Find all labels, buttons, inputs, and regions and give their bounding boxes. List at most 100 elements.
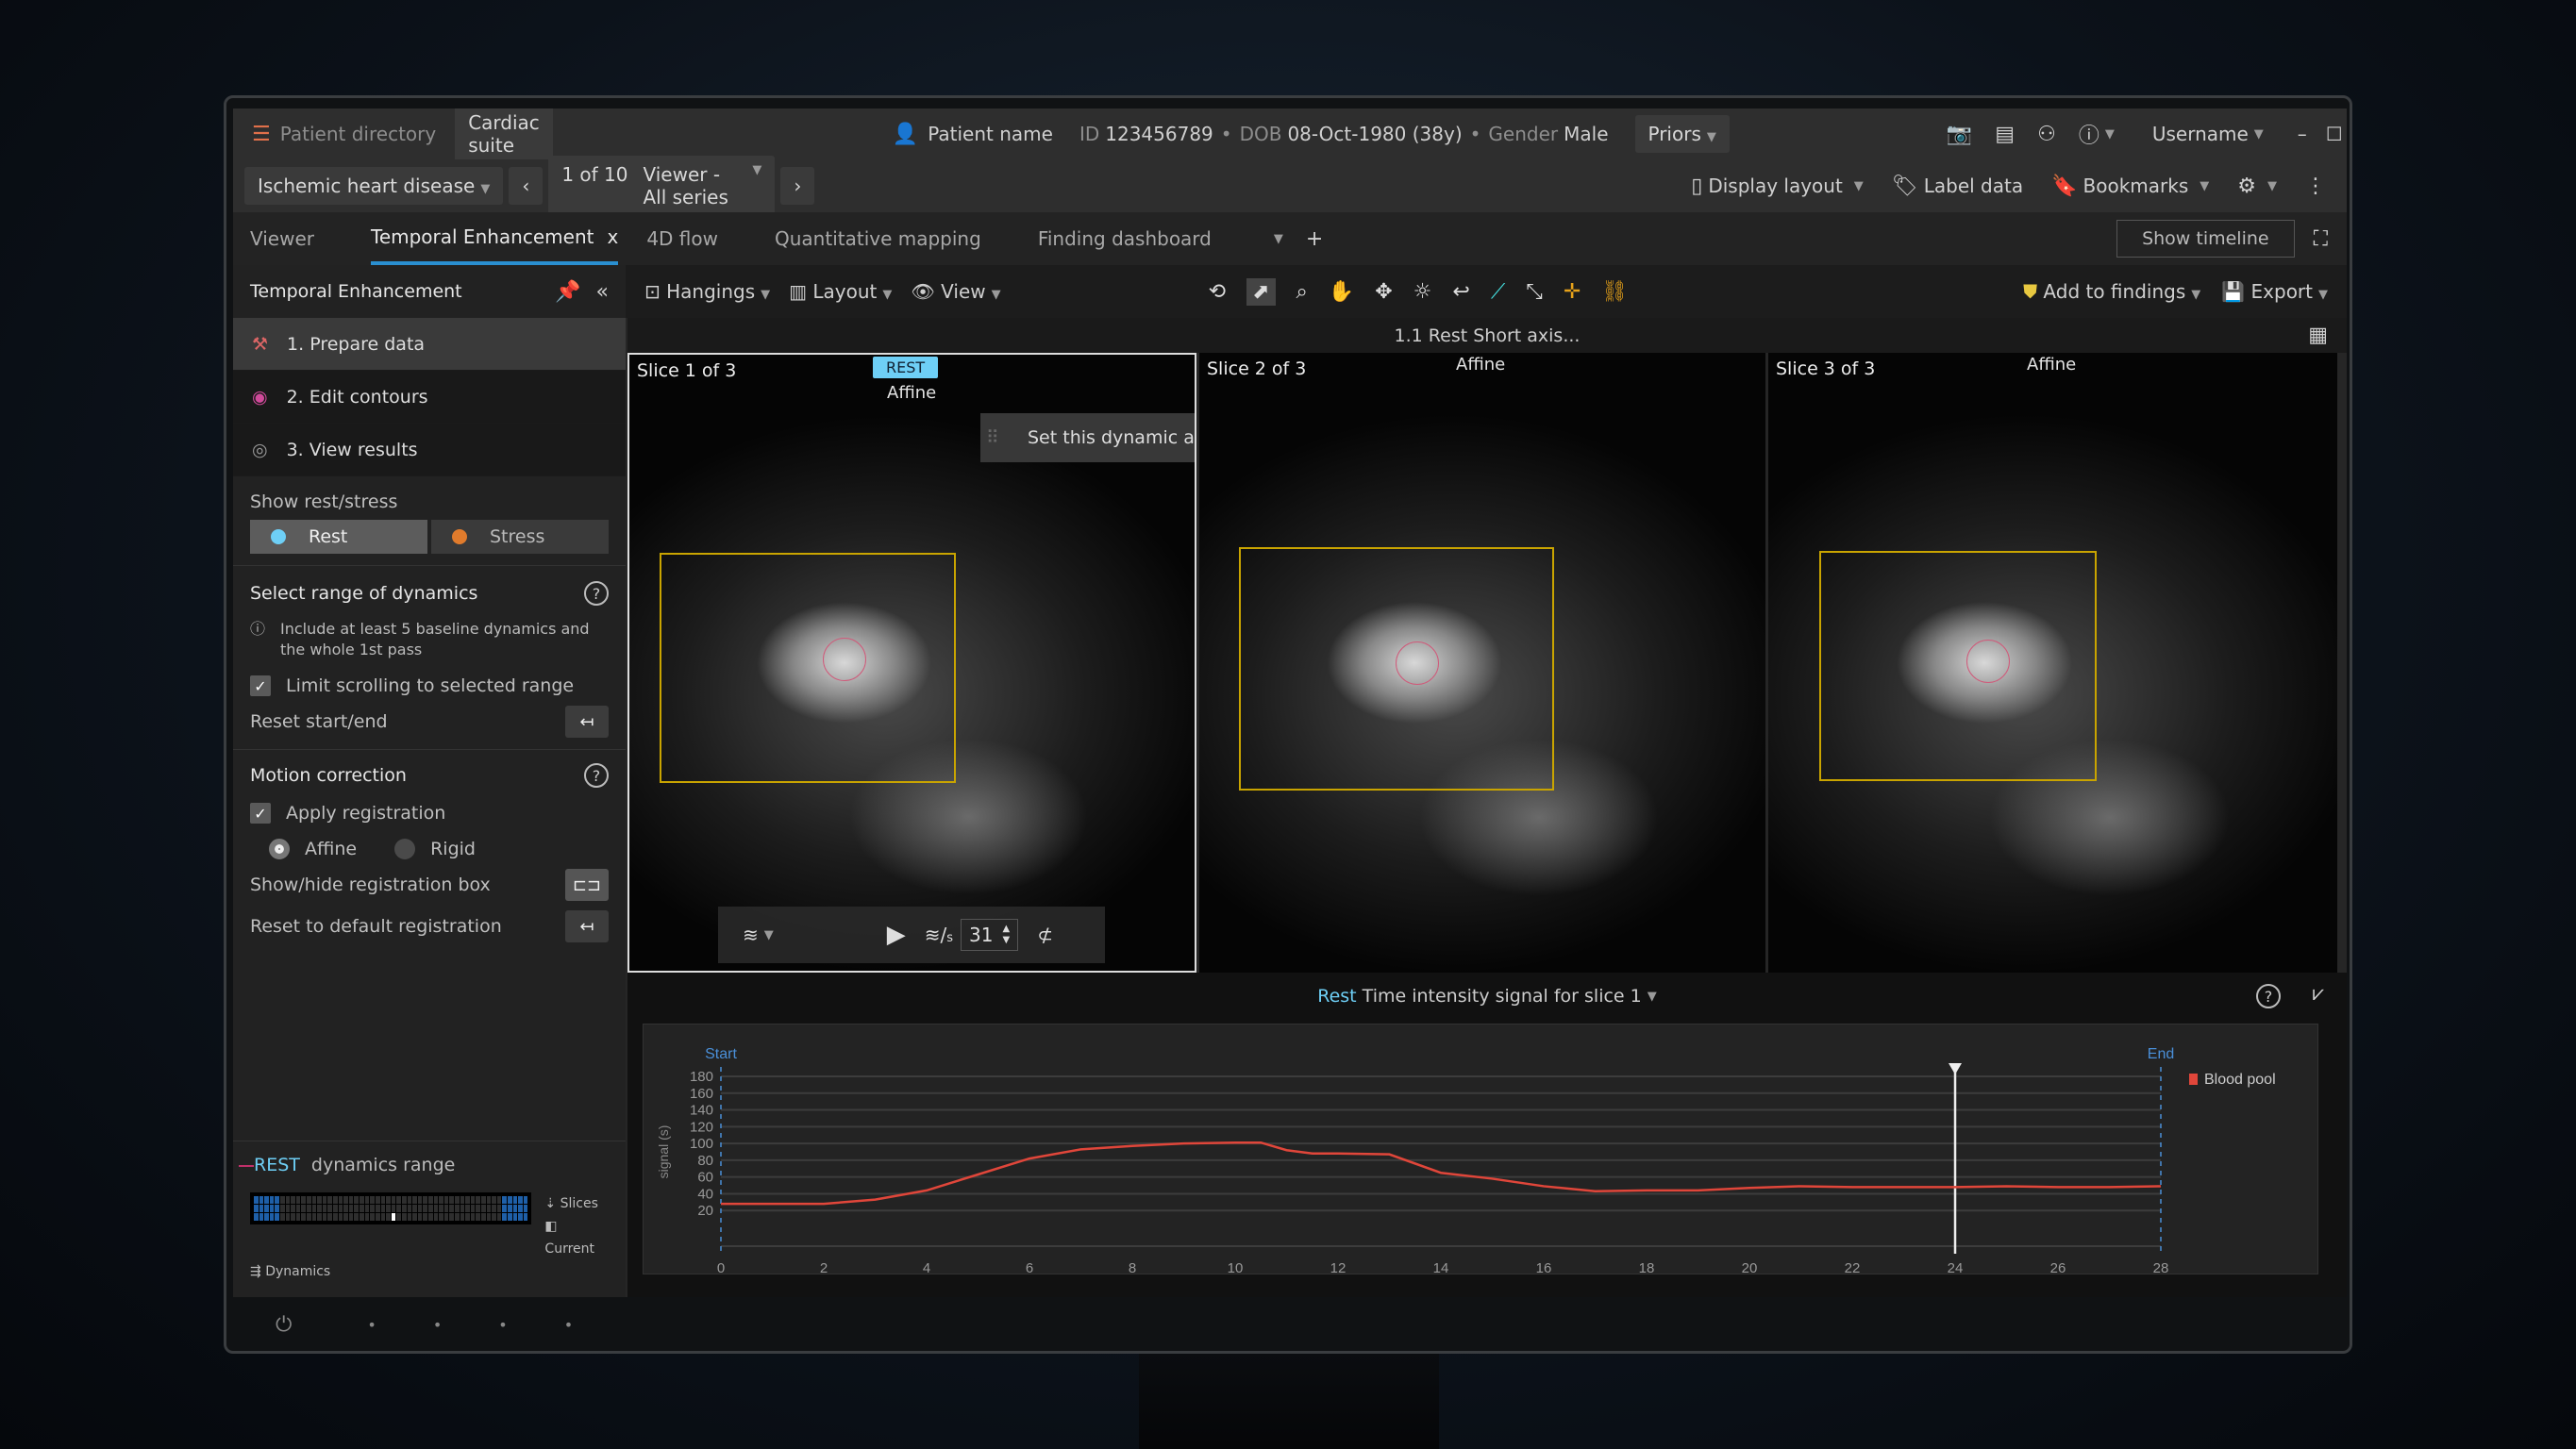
dynamic-cell[interactable] <box>496 1196 502 1204</box>
dynamic-cell[interactable] <box>449 1205 454 1212</box>
play-button[interactable]: ▶ <box>887 921 906 949</box>
dynamic-cell[interactable] <box>333 1196 338 1204</box>
dynamic-cell[interactable] <box>512 1196 518 1204</box>
reset-start-end-button[interactable]: ↤ <box>565 706 609 738</box>
help-icon[interactable]: ? <box>584 763 609 788</box>
grid-layout-icon[interactable]: ▦ <box>2308 324 2328 347</box>
report-icon[interactable]: ▤ <box>1995 123 2015 146</box>
dynamic-cell[interactable] <box>317 1213 322 1221</box>
dynamic-cell[interactable] <box>291 1196 295 1204</box>
dynamic-cell[interactable] <box>259 1213 264 1221</box>
rigid-radio[interactable] <box>394 839 416 859</box>
dynamic-cell[interactable] <box>275 1205 280 1212</box>
dynamic-cell[interactable] <box>360 1205 364 1212</box>
dynamic-cell[interactable] <box>259 1205 264 1212</box>
tab-temporal-enhancement[interactable]: Temporal Enhancement x <box>371 212 619 265</box>
dynamic-cell[interactable] <box>386 1213 391 1221</box>
dynamic-cell[interactable] <box>295 1196 301 1204</box>
dynamic-cell[interactable] <box>295 1205 301 1212</box>
dynamic-cell[interactable] <box>307 1213 311 1221</box>
dynamic-cell[interactable] <box>518 1196 523 1204</box>
dynamic-cell[interactable] <box>375 1213 380 1221</box>
limit-scrolling-checkbox[interactable]: ✓ <box>250 675 271 696</box>
dynamic-cell[interactable] <box>486 1196 492 1204</box>
bookmarks-button[interactable]: Bookmarks <box>2083 175 2189 197</box>
dynamic-cell[interactable] <box>327 1205 333 1212</box>
dynamic-cell[interactable] <box>496 1205 502 1212</box>
set-dynamic-dropdown[interactable]: ⠿Set this dynamic as▼ <box>980 413 1195 462</box>
dynamic-cell[interactable] <box>518 1205 523 1212</box>
dynamic-cell[interactable] <box>433 1213 439 1221</box>
dynamic-cell[interactable] <box>417 1213 423 1221</box>
dynamic-cell[interactable] <box>480 1213 486 1221</box>
protocol-dropdown[interactable]: Ischemic heart disease ▼ <box>244 167 504 205</box>
dynamic-cell[interactable] <box>480 1196 486 1204</box>
tab-viewer[interactable]: Viewer <box>250 212 314 265</box>
dynamic-cell[interactable] <box>502 1205 507 1212</box>
dynamic-cell[interactable] <box>492 1196 496 1204</box>
dynamic-cell[interactable] <box>391 1213 396 1221</box>
crosshair-icon[interactable]: ✛ <box>1564 280 1581 304</box>
gear-icon[interactable]: ⚙ <box>2237 175 2256 198</box>
affine-radio[interactable] <box>269 839 290 859</box>
dynamic-cell[interactable] <box>412 1205 417 1212</box>
dynamic-cell[interactable] <box>401 1196 407 1204</box>
dynamic-cell[interactable] <box>417 1205 423 1212</box>
dynamic-cell[interactable] <box>512 1205 518 1212</box>
drag-handle-icon[interactable]: ⠿ <box>986 427 1003 448</box>
dynamic-cell[interactable] <box>523 1213 528 1221</box>
add-to-findings-button[interactable]: ⛊ Add to findings ▼ <box>2023 280 2200 303</box>
dynamic-cell[interactable] <box>443 1196 449 1204</box>
stepper-arrows-icon[interactable]: ▲ ▼ <box>1003 924 1011 946</box>
dynamic-cell[interactable] <box>391 1205 396 1212</box>
help-icon[interactable]: ? <box>584 581 609 606</box>
dynamic-cell[interactable] <box>508 1205 512 1212</box>
reset-default-button[interactable]: ↤ <box>565 910 609 942</box>
dynamic-cell[interactable] <box>407 1213 412 1221</box>
dynamic-cell[interactable] <box>502 1196 507 1204</box>
step-view-results[interactable]: ◎ 3. View results <box>233 424 626 476</box>
dynamic-cell[interactable] <box>370 1213 375 1221</box>
dynamic-cell[interactable] <box>386 1196 391 1204</box>
dynamic-cell[interactable] <box>391 1196 396 1204</box>
dynamic-cell[interactable] <box>407 1196 412 1204</box>
dynamic-cell[interactable] <box>311 1213 317 1221</box>
dynamic-cell[interactable] <box>512 1213 518 1221</box>
dynamic-cell[interactable] <box>311 1196 317 1204</box>
annotation-icon[interactable]: ⤡ <box>1526 280 1543 304</box>
dynamic-cell[interactable] <box>259 1196 264 1204</box>
dynamic-cell[interactable] <box>285 1213 291 1221</box>
layout-button[interactable]: ▥ Layout ▼ <box>789 280 892 303</box>
minimize-button[interactable]: – <box>2298 123 2307 145</box>
dynamic-cell[interactable] <box>327 1213 333 1221</box>
help-icon[interactable]: ⓘ <box>2079 119 2099 149</box>
dynamics-range-grid[interactable] <box>250 1192 532 1224</box>
dynamic-cell[interactable] <box>454 1213 460 1221</box>
dynamic-cell[interactable] <box>285 1205 291 1212</box>
dynamic-cell[interactable] <box>470 1205 476 1212</box>
dynamic-cell[interactable] <box>269 1213 275 1221</box>
dynamic-cell[interactable] <box>301 1213 307 1221</box>
pin-icon[interactable]: 📌 <box>555 280 580 304</box>
blood-pool-roi[interactable] <box>823 638 866 681</box>
dynamic-cell[interactable] <box>264 1205 269 1212</box>
speed-stepper[interactable]: 31 ▲ ▼ <box>961 919 1019 951</box>
dynamic-cell[interactable] <box>449 1196 454 1204</box>
dynamic-cell[interactable] <box>269 1205 275 1212</box>
dynamic-cell[interactable] <box>280 1213 285 1221</box>
blood-pool-roi[interactable] <box>1966 640 2010 683</box>
tab-quantitative-mapping[interactable]: Quantitative mapping <box>775 212 981 265</box>
dynamic-cell[interactable] <box>285 1196 291 1204</box>
dynamic-cell[interactable] <box>295 1213 301 1221</box>
dynamic-cell[interactable] <box>322 1205 327 1212</box>
dynamic-cell[interactable] <box>348 1205 354 1212</box>
reset-icon[interactable]: ↩ <box>1452 280 1469 304</box>
bezel-dot[interactable]: • <box>433 1316 442 1334</box>
patient-directory-link[interactable]: Patient directory <box>280 123 436 145</box>
dynamic-cell[interactable] <box>443 1213 449 1221</box>
view-button[interactable]: 👁 View ▼ <box>911 280 1000 303</box>
collapse-icon[interactable]: « <box>596 280 609 304</box>
dynamic-cell[interactable] <box>433 1196 439 1204</box>
dynamic-cell[interactable] <box>412 1213 417 1221</box>
dynamic-cell[interactable] <box>508 1196 512 1204</box>
